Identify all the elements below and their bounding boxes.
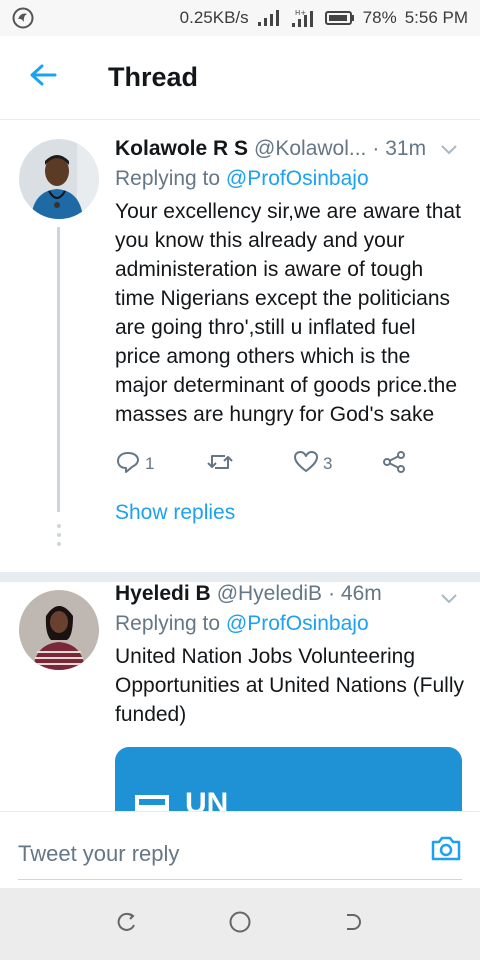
- tweet-text: Your excellency sir,we are aware that yo…: [115, 200, 461, 426]
- battery-icon: [324, 10, 355, 26]
- back-nav-button[interactable]: [333, 904, 373, 944]
- reply-icon: [115, 450, 141, 479]
- avatar[interactable]: [19, 139, 99, 219]
- app-header: Thread: [0, 36, 480, 120]
- input-underline: [18, 879, 462, 880]
- replying-to: Replying to @ProfOsinbajo: [115, 167, 464, 191]
- home-button[interactable]: [220, 904, 260, 944]
- tweet-timestamp: · 31m: [372, 137, 427, 160]
- divider: [0, 572, 480, 582]
- share-icon: [381, 450, 407, 479]
- show-replies-link[interactable]: Show replies: [115, 501, 235, 525]
- system-nav-bar: [0, 888, 480, 960]
- camera-icon[interactable]: [430, 834, 462, 867]
- page-title: Thread: [108, 62, 199, 92]
- mention-link[interactable]: @ProfOsinbajo: [226, 167, 369, 190]
- back-button[interactable]: [0, 36, 86, 120]
- tweet-text: United Nation Jobs Volunteering Opportun…: [115, 645, 464, 726]
- author-name[interactable]: Hyeledi B: [115, 582, 211, 606]
- link-card-preview[interactable]: UN: [115, 747, 462, 811]
- app-notification-icon: [12, 7, 34, 29]
- reply-input[interactable]: [18, 836, 413, 872]
- author-name[interactable]: Kolawole R S: [115, 137, 248, 161]
- tweet-actions: 1 3: [115, 449, 464, 479]
- avatar[interactable]: [19, 590, 99, 670]
- thread-connector-line: [57, 227, 60, 512]
- arrow-left-icon: [29, 63, 57, 92]
- replying-prefix: Replying to: [115, 612, 221, 635]
- replying-to: Replying to @ProfOsinbajo: [115, 612, 464, 636]
- tweet[interactable]: Hyeledi B @HyelediB · 46m Replying to @P…: [0, 582, 480, 811]
- back-nav-icon: [342, 911, 364, 938]
- reply-composer: [0, 811, 480, 888]
- home-circle-icon: [228, 910, 252, 939]
- chevron-down-icon[interactable]: [440, 592, 458, 610]
- tweet[interactable]: Kolawole R S @Kolawol... · 31m Replying …: [0, 121, 480, 572]
- share-button[interactable]: [381, 450, 407, 479]
- mention-link[interactable]: @ProfOsinbajo: [226, 612, 369, 635]
- tweet-header: Hyeledi B @HyelediB · 46m: [115, 582, 464, 606]
- recent-apps-button[interactable]: [107, 904, 147, 944]
- replying-prefix: Replying to: [115, 167, 221, 190]
- reply-button[interactable]: 1: [115, 450, 205, 479]
- recent-apps-icon: [116, 911, 138, 938]
- thread-dots: [57, 524, 61, 551]
- retweet-button[interactable]: [205, 450, 293, 479]
- clock: 5:56 PM: [404, 8, 468, 27]
- tweet-timestamp: · 46m: [328, 582, 382, 605]
- card-logo-text: UN: [185, 787, 229, 811]
- signal-h-icon: H+: [291, 8, 317, 28]
- reply-count: 1: [145, 454, 155, 473]
- author-handle[interactable]: @Kolawol...: [254, 137, 366, 161]
- battery-percent: 78%: [362, 8, 397, 27]
- tweet-header: Kolawole R S @Kolawol... · 31m: [115, 137, 464, 161]
- heart-icon: [293, 450, 319, 479]
- thread-list[interactable]: Kolawole R S @Kolawol... · 31m Replying …: [0, 121, 480, 811]
- chevron-down-icon[interactable]: [440, 143, 458, 161]
- status-bar: 0.25KB/s H+ 78% 5:56 PM: [0, 0, 480, 36]
- signal-icon: [257, 9, 283, 27]
- like-count: 3: [323, 454, 333, 473]
- author-handle[interactable]: @HyelediB: [217, 582, 322, 606]
- retweet-icon: [205, 450, 235, 479]
- network-speed: 0.25KB/s: [179, 8, 249, 27]
- like-button[interactable]: 3: [293, 450, 381, 479]
